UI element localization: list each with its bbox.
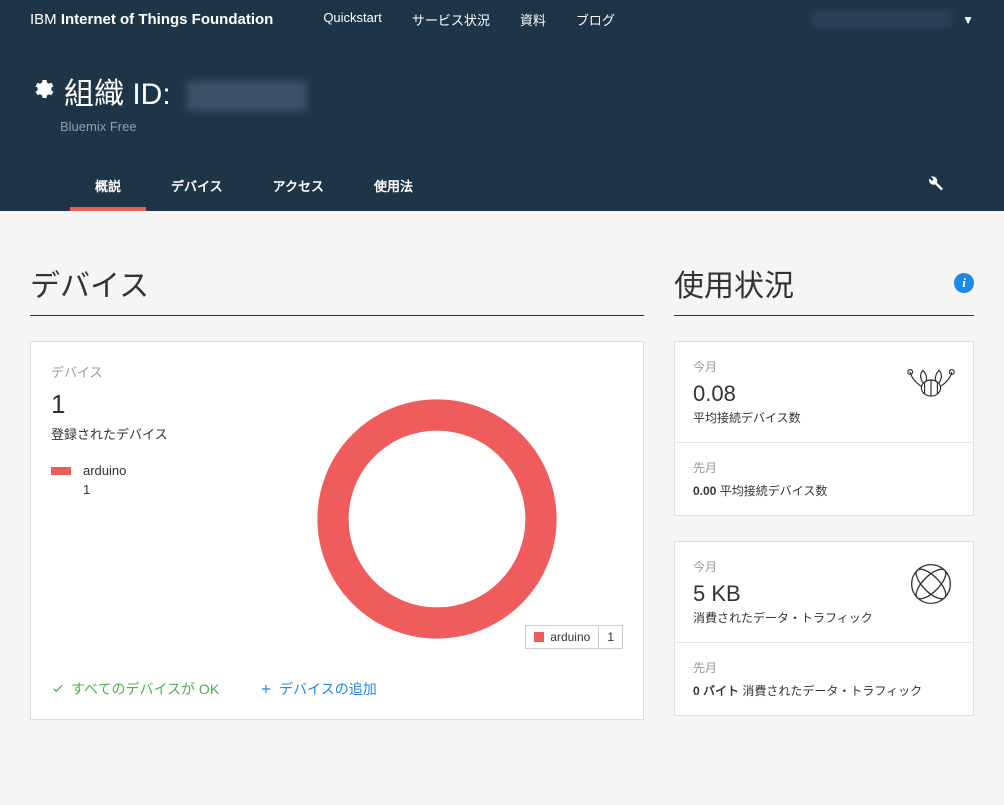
org-title: 組織 ID: xyxy=(64,69,307,113)
usage-devices-last-month: 先月 0.00 平均接続デバイス数 xyxy=(675,443,973,515)
nav-blog[interactable]: ブログ xyxy=(576,10,615,29)
donut-chart xyxy=(307,389,567,649)
gear-icon xyxy=(30,77,54,106)
info-icon[interactable]: i xyxy=(954,273,974,293)
usage-traffic-last-label: 先月 xyxy=(693,659,955,676)
user-name-blurred xyxy=(812,10,952,28)
globe-icon xyxy=(907,562,955,611)
usage-traffic-desc: 消費されたデータ・トラフィック xyxy=(693,609,955,626)
usage-traffic-prev-value: 0 バイト xyxy=(693,684,739,698)
nav-service-status[interactable]: サービス状況 xyxy=(412,10,490,29)
org-label: 組織 ID: xyxy=(64,78,171,111)
chart-legend: arduino 1 xyxy=(525,625,623,649)
add-device-label: デバイスの追加 xyxy=(279,679,377,699)
usage-traffic-this-month: 今月 5 KB 消費されたデータ・トラフィック xyxy=(675,542,973,643)
add-device-button[interactable]: デバイスの追加 xyxy=(259,679,377,699)
chart-legend-count: 1 xyxy=(599,626,622,648)
legend-count: 1 xyxy=(83,482,251,497)
wrench-icon[interactable] xyxy=(926,174,944,197)
org-id-blurred xyxy=(187,81,307,111)
chart-legend-name: arduino xyxy=(550,630,590,644)
device-chart: arduino 1 xyxy=(251,389,623,649)
brand-iot: Internet of Things Foundation xyxy=(61,11,273,28)
usage-traffic-last-month: 先月 0 バイト 消費されたデータ・トラフィック xyxy=(675,643,973,715)
devices-card-label: デバイス xyxy=(51,362,623,381)
nav-links: Quickstart サービス状況 資料 ブログ xyxy=(323,10,615,29)
tabs: 概説 デバイス アクセス 使用法 xyxy=(30,164,974,211)
usage-devices-prev-desc: 平均接続デバイス数 xyxy=(720,484,828,498)
user-menu[interactable]: ▼ xyxy=(812,10,974,28)
plan-label: Bluemix Free xyxy=(60,119,974,134)
tab-overview[interactable]: 概説 xyxy=(70,164,146,211)
registered-label: 登録されたデバイス xyxy=(51,424,251,443)
legend-item: arduino xyxy=(51,463,251,478)
usage-devices-prev-value: 0.00 xyxy=(693,484,716,498)
brand[interactable]: IBM Internet of Things Foundation xyxy=(30,11,273,28)
status-ok-text: すべてのデバイスが OK xyxy=(71,679,219,699)
usage-devices-card: 今月 0.08 平均接続デバイス数 xyxy=(674,341,974,516)
usage-devices-prev: 0.00 平均接続デバイス数 xyxy=(693,482,955,499)
usage-traffic-prev: 0 バイト 消費されたデータ・トラフィック xyxy=(693,682,955,699)
devices-card: デバイス 1 登録されたデバイス arduino 1 xyxy=(30,341,644,720)
usage-devices-this-month: 今月 0.08 平均接続デバイス数 xyxy=(675,342,973,443)
brand-ibm: IBM xyxy=(30,11,57,28)
top-nav: IBM Internet of Things Foundation Quicks… xyxy=(0,0,1004,39)
usage-section: 使用状況 i 今月 0.08 平均接続デバイス数 xyxy=(674,261,974,716)
devices-summary: 1 登録されたデバイス arduino 1 xyxy=(51,389,251,649)
chart-legend-item: arduino xyxy=(526,626,599,648)
devices-card-footer: すべてのデバイスが OK デバイスの追加 xyxy=(51,679,623,699)
org-section: 組織 ID: Bluemix Free 概説 デバイス アクセス 使用法 xyxy=(0,39,1004,211)
legend-name: arduino xyxy=(83,463,126,478)
tab-usage[interactable]: 使用法 xyxy=(349,164,438,211)
tab-devices[interactable]: デバイス xyxy=(146,164,248,211)
devices-card-body: 1 登録されたデバイス arduino 1 ardui xyxy=(51,389,623,649)
plus-icon xyxy=(259,682,273,696)
usage-devices-last-label: 先月 xyxy=(693,459,955,476)
org-row: 組織 ID: xyxy=(30,69,974,113)
check-icon xyxy=(51,681,65,695)
status-ok: すべてのデバイスが OK xyxy=(51,679,219,699)
nav-quickstart[interactable]: Quickstart xyxy=(323,10,382,29)
usage-traffic-prev-desc: 消費されたデータ・トラフィック xyxy=(742,684,922,698)
header: IBM Internet of Things Foundation Quicks… xyxy=(0,0,1004,211)
usage-traffic-card: 今月 5 KB 消費されたデータ・トラフィック 先月 0 バイト 消費されたデー… xyxy=(674,541,974,716)
chart-legend-swatch xyxy=(534,632,544,642)
tab-access[interactable]: アクセス xyxy=(248,164,349,211)
usage-title: 使用状況 xyxy=(674,261,794,305)
usage-devices-desc: 平均接続デバイス数 xyxy=(693,409,955,426)
caret-down-icon: ▼ xyxy=(962,13,974,27)
devices-title: デバイス xyxy=(30,261,644,316)
usage-section-head: 使用状況 i xyxy=(674,261,974,316)
device-count: 1 xyxy=(51,389,251,420)
nav-docs[interactable]: 資料 xyxy=(520,10,546,29)
content: デバイス デバイス 1 登録されたデバイス arduino 1 xyxy=(0,211,1004,740)
legend-swatch xyxy=(51,467,71,475)
devices-section: デバイス デバイス 1 登録されたデバイス arduino 1 xyxy=(30,261,644,720)
bee-icon xyxy=(907,362,955,411)
